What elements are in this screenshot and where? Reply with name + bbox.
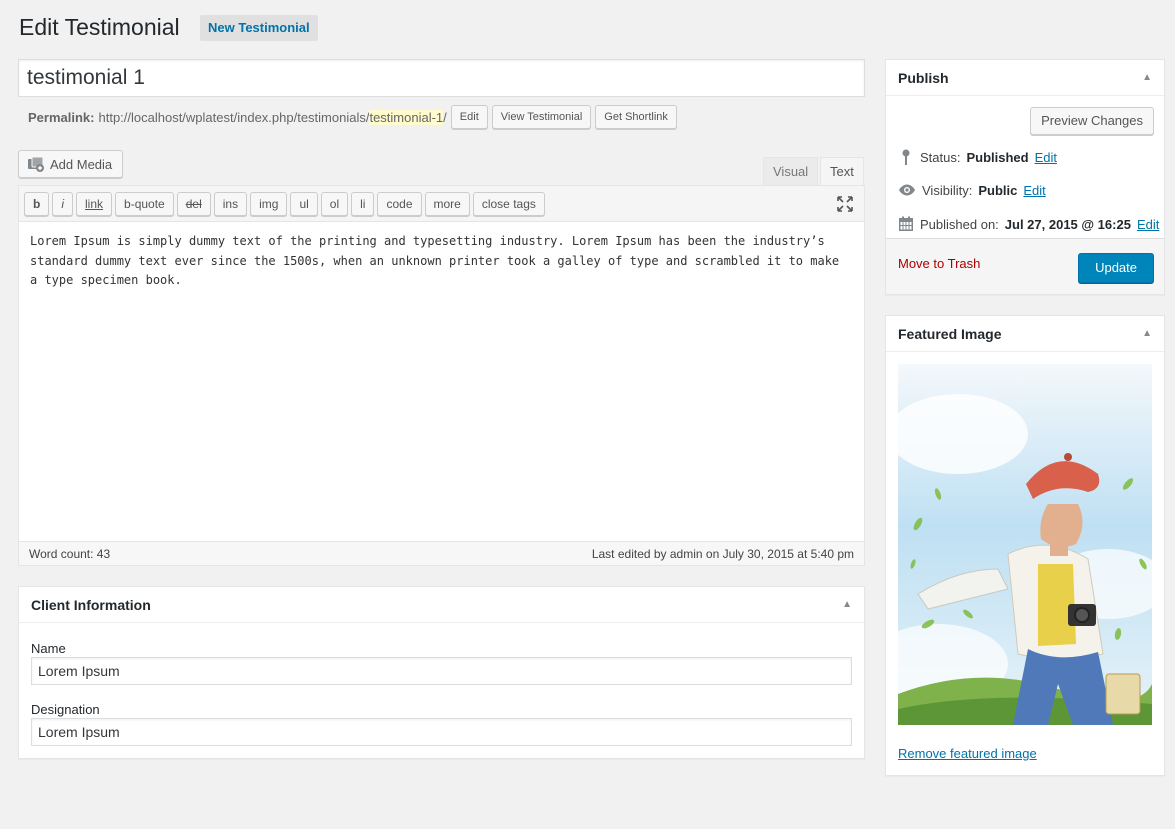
featured-image-box: Featured Image ▲ Remove featured image: [885, 315, 1165, 776]
publish-title: Publish: [898, 69, 949, 86]
collapse-arrow-icon[interactable]: ▲: [842, 599, 852, 610]
view-testimonial-button[interactable]: View Testimonial: [491, 105, 592, 129]
qt-bold-button[interactable]: b: [24, 192, 50, 216]
publish-box: Publish ▲ Preview Changes Status: Publis…: [885, 59, 1165, 295]
collapse-arrow-icon[interactable]: ▲: [1142, 328, 1152, 339]
permalink-row: Permalink: http://localhost/wplatest/ind…: [28, 104, 677, 130]
status-label: Status:: [920, 149, 961, 165]
remove-featured-image-link[interactable]: Remove featured image: [898, 746, 1037, 761]
calendar-icon: [899, 216, 913, 231]
fullscreen-icon[interactable]: [836, 195, 854, 213]
qt-blockquote-button[interactable]: b-quote: [115, 192, 174, 216]
client-information-header[interactable]: Client Information ▲: [19, 587, 864, 623]
last-edited: Last edited by admin on July 30, 2015 at…: [591, 546, 854, 561]
designation-field[interactable]: Lorem Ipsum: [31, 718, 852, 746]
client-information-box: Client Information ▲ Name Lorem Ipsum De…: [18, 586, 865, 759]
qt-del-button[interactable]: del: [176, 192, 211, 216]
published-on-row: Published on: Jul 27, 2015 @ 16:25 Edit: [898, 216, 1159, 232]
publish-actions: Move to Trash Update: [886, 238, 1164, 294]
visibility-label: Visibility:: [922, 182, 973, 198]
client-information-title: Client Information: [31, 596, 151, 613]
editor-status-bar: Word count: 43 Last edited by admin on J…: [19, 541, 864, 565]
publish-header[interactable]: Publish ▲: [886, 60, 1164, 96]
qt-more-button[interactable]: more: [424, 192, 470, 216]
add-new-button[interactable]: New Testimonial: [200, 15, 318, 41]
get-shortlink-button[interactable]: Get Shortlink: [595, 105, 677, 129]
published-edit-link[interactable]: Edit: [1137, 217, 1159, 232]
qt-img-button[interactable]: img: [250, 192, 288, 216]
post-title-input[interactable]: testimonial 1: [18, 59, 865, 97]
status-edit-link[interactable]: Edit: [1035, 150, 1057, 165]
status-row: Status: Published Edit: [898, 148, 1057, 166]
name-label: Name: [31, 641, 66, 656]
status-value: Published: [966, 149, 1029, 165]
qt-ul-button[interactable]: ul: [290, 192, 318, 216]
qt-ins-button[interactable]: ins: [213, 192, 248, 216]
qt-link-button[interactable]: link: [76, 192, 113, 216]
featured-image-title: Featured Image: [898, 325, 1002, 342]
visibility-value: Public: [978, 182, 1018, 198]
update-button[interactable]: Update: [1078, 253, 1154, 283]
visibility-row: Visibility: Public Edit: [898, 182, 1046, 198]
featured-image-header[interactable]: Featured Image ▲: [886, 316, 1164, 352]
permalink-slug[interactable]: testimonial-1: [369, 109, 444, 125]
pin-icon: [902, 149, 910, 165]
add-media-label: Add Media: [50, 156, 113, 172]
editor-textarea[interactable]: Lorem Ipsum is simply dummy text of the …: [19, 222, 864, 542]
tab-text[interactable]: Text: [820, 157, 864, 186]
preview-changes-button[interactable]: Preview Changes: [1030, 107, 1154, 135]
qt-close-tags-button[interactable]: close tags: [472, 192, 545, 216]
word-count: Word count: 43: [29, 546, 111, 561]
move-to-trash-link[interactable]: Move to Trash: [898, 256, 980, 271]
designation-label: Designation: [31, 702, 100, 717]
eye-icon: [899, 184, 915, 196]
published-value: Jul 27, 2015 @ 16:25: [1004, 216, 1131, 232]
media-icon: [28, 156, 44, 172]
visibility-edit-link[interactable]: Edit: [1023, 183, 1045, 198]
qt-italic-button[interactable]: i: [52, 192, 74, 216]
permalink-label: Permalink:: [28, 109, 95, 125]
page-title: Edit Testimonial: [19, 14, 180, 40]
featured-image-thumbnail[interactable]: [898, 364, 1152, 725]
add-media-button[interactable]: Add Media: [18, 150, 124, 178]
permalink-base-url: http://localhost/wplatest/index.php/test…: [98, 109, 370, 125]
permalink-trailing-slash: /: [443, 109, 447, 125]
qt-ol-button[interactable]: ol: [320, 192, 349, 216]
quicktags-toolbar: b i link b-quote del ins img ul ol li code more clos…: [19, 186, 864, 222]
tab-visual[interactable]: Visual: [763, 157, 819, 186]
content-editor: b i link b-quote del ins img ul ol li code more clos…: [18, 185, 865, 566]
illustration-image: [898, 364, 1152, 725]
published-label: Published on:: [920, 216, 999, 232]
collapse-arrow-icon[interactable]: ▲: [1142, 72, 1152, 83]
permalink-edit-button[interactable]: Edit: [450, 105, 488, 129]
name-field[interactable]: Lorem Ipsum: [31, 657, 852, 685]
qt-li-button[interactable]: li: [351, 192, 375, 216]
qt-code-button[interactable]: code: [377, 192, 422, 216]
